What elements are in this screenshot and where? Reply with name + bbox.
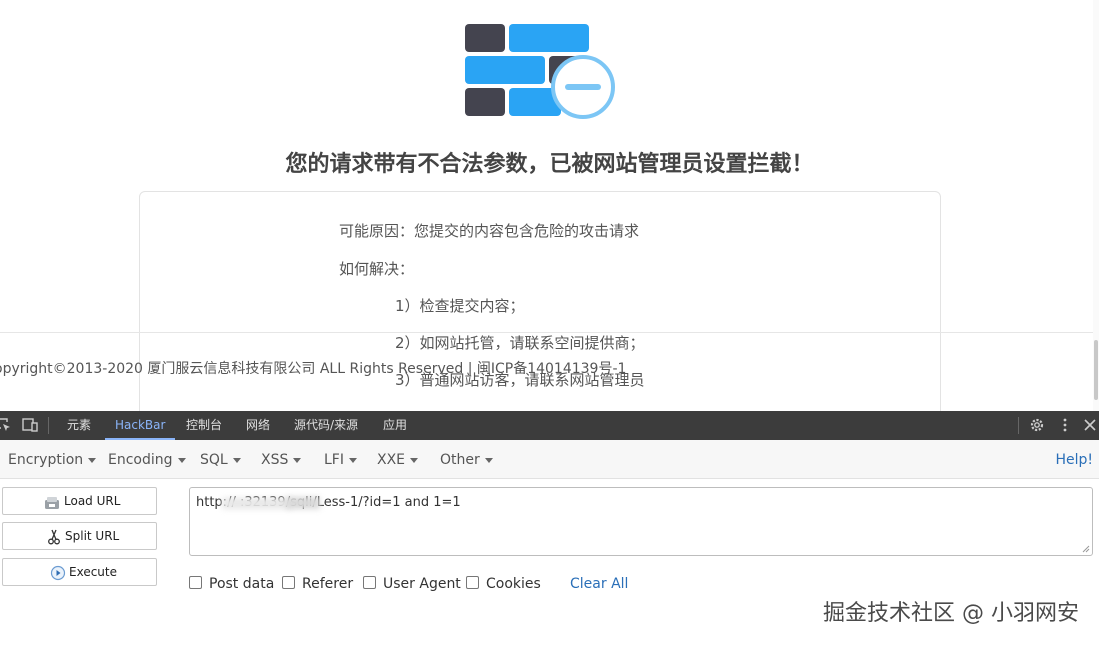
more-options-icon[interactable] [1057,417,1073,433]
execute-label: Execute [69,565,117,579]
menu-other[interactable]: Other [440,452,493,468]
tab-elements[interactable]: 元素 [67,411,91,440]
chevron-down-icon [88,457,97,463]
watermark: 掘金技术社区 @ 小羽网安 [823,601,1079,626]
load-url-label: Load URL [64,494,121,508]
checkbox-label: Post data [209,576,275,592]
chevron-down-icon [232,457,241,463]
tab-console[interactable]: 控制台 [186,411,222,440]
footer-divider [0,332,1099,333]
chevron-down-icon [484,457,493,463]
execute-button[interactable]: Execute [2,558,157,586]
user-agent-checkbox[interactable]: User Agent [363,576,461,592]
menu-sql[interactable]: SQL [200,452,241,468]
scrollbar-thumb[interactable] [1094,340,1098,400]
checkbox-box[interactable] [466,576,479,589]
tab-sources[interactable]: 源代码/来源 [294,411,358,440]
inspect-element-icon[interactable] [0,417,12,433]
clear-all-link[interactable]: Clear All [570,576,628,592]
menu-label: XSS [261,452,289,468]
menu-label: XXE [377,452,406,468]
referer-checkbox[interactable]: Referer [282,576,353,592]
scissors-icon [48,529,60,545]
split-url-button[interactable]: Split URL [2,522,157,550]
close-icon[interactable] [1082,417,1098,433]
menu-label: Encoding [108,452,173,468]
block-page: 您的请求带有不合法参数，已被网站管理员设置拦截！ 可能原因：您提交的内容包含危险… [0,0,1099,411]
cookies-checkbox[interactable]: Cookies [466,576,541,592]
checkbox-box[interactable] [363,576,376,589]
menu-encoding[interactable]: Encoding [108,452,186,468]
post-data-checkbox[interactable]: Post data [189,576,274,592]
menu-lfi[interactable]: LFI [324,452,357,468]
menu-label: LFI [324,452,344,468]
chevron-down-icon [410,457,419,463]
tab-hackbar[interactable]: HackBar [104,411,177,440]
menu-label: SQL [200,452,228,468]
menu-xxe[interactable]: XXE [377,452,419,468]
device-toolbar-icon[interactable] [22,417,38,433]
checkbox-box[interactable] [282,576,295,589]
resize-handle-icon[interactable] [1082,545,1090,553]
url-input[interactable]: http:// :32139/sqli/Less-1/?id=1 and 1=1 [189,487,1093,556]
settings-gear-icon[interactable] [1029,417,1045,433]
solve-label: 如何解决： [339,260,415,278]
load-url-icon [45,497,59,509]
menu-xss[interactable]: XSS [261,452,302,468]
redacted-host [286,497,320,509]
hackbar-menubar: Encryption Encoding SQL XSS LFI XXE Othe… [0,440,1099,479]
chevron-down-icon [348,457,357,463]
menu-label: Other [440,452,480,468]
load-url-button[interactable]: Load URL [2,487,157,515]
chevron-down-icon [177,457,186,463]
toolbar-divider [48,417,49,434]
tab-network[interactable]: 网络 [246,411,270,440]
checkbox-label: Cookies [486,576,541,592]
toolbar-divider [1018,417,1019,434]
copyright-text: opyright©2013-2020 厦门服云信息科技有限公司 ALL Righ… [0,361,627,377]
solve-step: 2）如网站托管，请联系空间提供商； [395,334,645,352]
firewall-icon [465,24,615,119]
menu-label: Encryption [8,452,84,468]
split-url-label: Split URL [65,529,120,543]
reason-text: 可能原因：您提交的内容包含危险的攻击请求 [339,222,640,240]
help-link[interactable]: Help! [1055,452,1093,468]
menu-encryption[interactable]: Encryption [8,452,97,468]
solve-step: 1）检查提交内容； [395,297,525,315]
checkbox-label: Referer [302,576,354,592]
checkbox-box[interactable] [189,576,202,589]
tab-application[interactable]: 应用 [383,411,407,440]
redacted-host [222,498,292,509]
devtools-toolbar: 元素 HackBar 控制台 网络 源代码/来源 应用 [0,411,1099,440]
page-scrollbar[interactable] [1093,0,1099,411]
hackbar-panel: Encryption Encoding SQL XSS LFI XXE Othe… [0,440,1099,647]
checkbox-label: User Agent [383,576,461,592]
play-icon [50,565,66,581]
block-title: 您的请求带有不合法参数，已被网站管理员设置拦截！ [285,152,814,177]
chevron-down-icon [293,457,302,463]
